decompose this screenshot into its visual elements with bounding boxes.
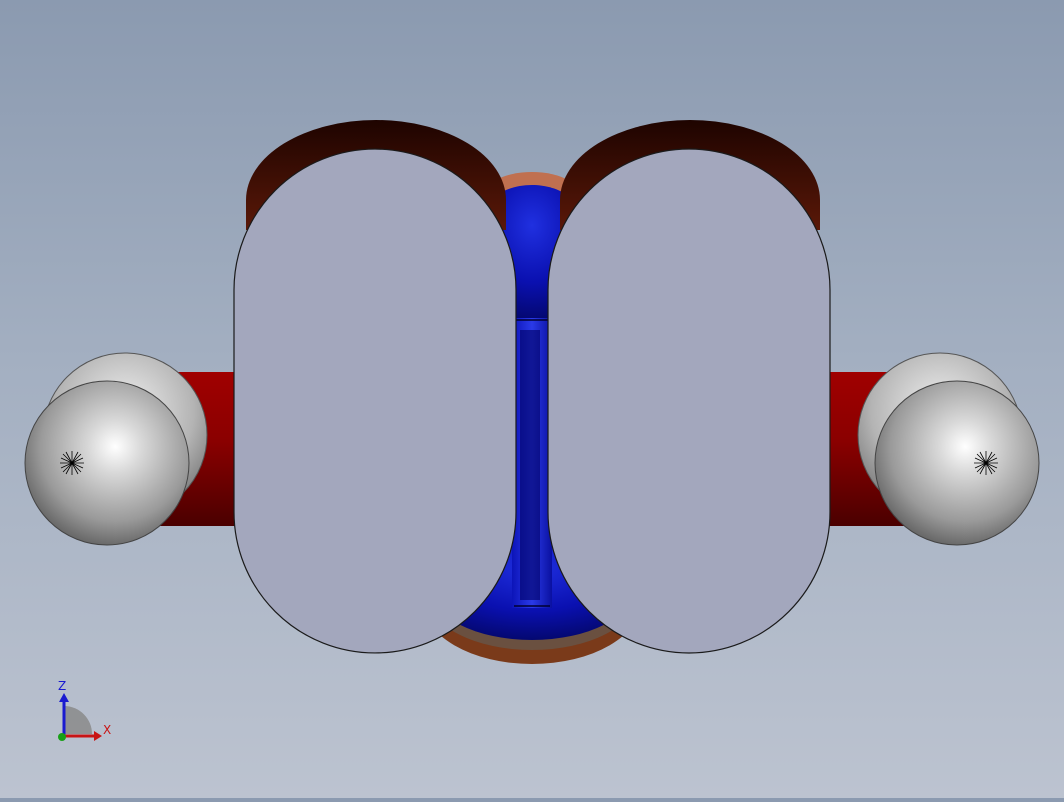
- triad-plane-quadrant: [64, 706, 92, 734]
- graphics-viewport[interactable]: Z X: [0, 0, 1064, 798]
- left-arm[interactable]: [24, 352, 240, 546]
- triad-x-label: X: [103, 723, 111, 737]
- left-plate[interactable]: [233, 120, 517, 654]
- reference-triad: Z X: [58, 679, 111, 741]
- triad-y-axis-dot: [58, 733, 66, 741]
- left-sphere-front: [24, 380, 190, 546]
- triad-x-arrow-icon: [94, 731, 102, 741]
- right-sphere-front: [874, 380, 1040, 546]
- right-plate-face: [547, 148, 831, 654]
- triad-z-arrow-icon: [59, 693, 69, 702]
- right-plate[interactable]: [547, 120, 831, 654]
- left-sphere-origin-icon: [60, 451, 84, 475]
- left-plate-face: [233, 148, 517, 654]
- right-sphere-origin-icon: [974, 451, 998, 475]
- right-arm[interactable]: [824, 352, 1040, 546]
- triad-z-label: Z: [58, 679, 66, 693]
- center-core-neck-shadow: [520, 330, 540, 600]
